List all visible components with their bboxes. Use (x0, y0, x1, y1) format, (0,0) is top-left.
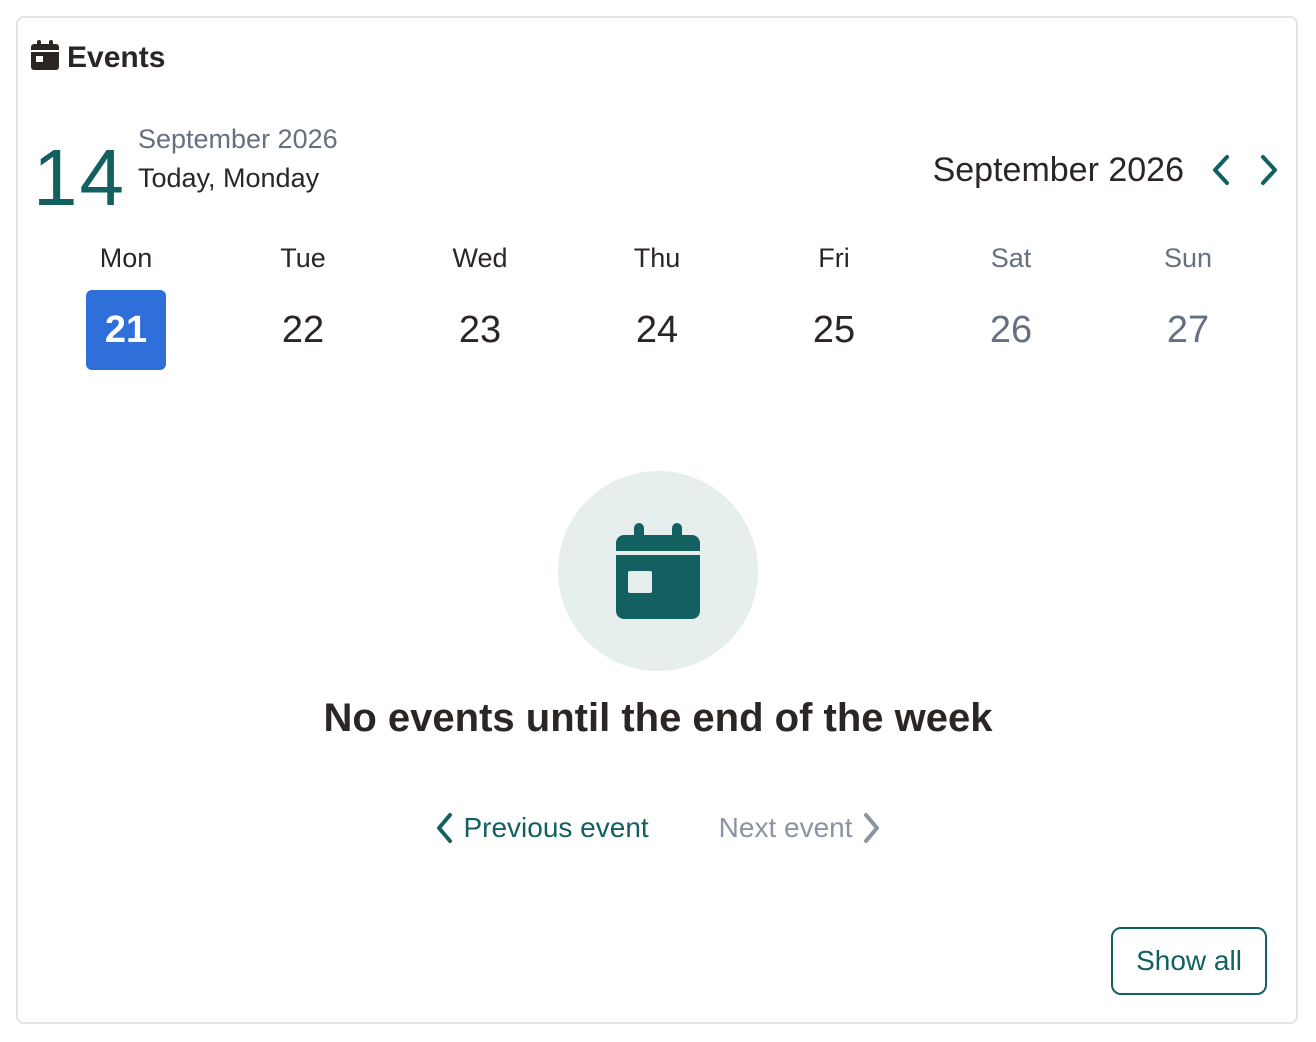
month-navigation: September 2026 (933, 150, 1284, 190)
day-name: Tue (280, 243, 326, 273)
day-thu[interactable]: Thu 24 (607, 236, 707, 370)
show-all-button[interactable]: Show all (1111, 927, 1267, 995)
chevron-left-icon (1213, 155, 1229, 185)
month-label: September 2026 (932, 150, 1184, 189)
today-day-number: 14 (33, 133, 126, 222)
chevron-right-icon (863, 813, 879, 843)
event-navigation: Previous event Next event (0, 812, 1316, 844)
day-fri[interactable]: Fri 25 (784, 236, 884, 370)
day-name: Sun (1163, 243, 1213, 273)
day-sun[interactable]: Sun 27 (1138, 236, 1238, 370)
day-name: Mon (99, 243, 153, 273)
next-event-button[interactable]: Next event (719, 812, 881, 844)
calendar-icon (616, 523, 700, 619)
today-block: 14 September 2026 Today, Monday (31, 112, 338, 218)
day-wed[interactable]: Wed 23 (430, 236, 530, 370)
today-month-year: September 2026 (137, 124, 338, 154)
day-name: Fri (818, 243, 850, 273)
chevron-right-icon (1261, 155, 1277, 185)
next-week-button[interactable] (1254, 150, 1284, 190)
day-name: Thu (633, 243, 681, 273)
prev-week-button[interactable] (1206, 150, 1236, 190)
day-name: Sat (990, 243, 1032, 273)
next-event-label: Next event (718, 812, 853, 843)
day-mon[interactable]: Mon 21 (76, 236, 176, 370)
card-header: Events (31, 40, 165, 75)
week-strip: Mon 21 Tue 22 Wed 23 Thu 24 Fri 25 Sat 2… (38, 236, 1278, 376)
previous-event-button[interactable]: Previous event (435, 812, 649, 844)
day-number: 27 (1166, 309, 1210, 351)
day-number: 21 (86, 290, 166, 370)
day-number: 25 (812, 309, 856, 351)
empty-state-illustration (558, 471, 758, 671)
chevron-left-icon (437, 813, 453, 843)
day-number: 22 (281, 309, 325, 351)
card-title: Events (67, 40, 166, 74)
day-sat[interactable]: Sat 26 (961, 236, 1061, 370)
day-name: Wed (452, 243, 508, 273)
today-label: Today, Monday (137, 163, 320, 193)
previous-event-label: Previous event (463, 812, 649, 843)
empty-state-message: No events until the end of the week (323, 696, 993, 740)
day-number: 26 (989, 309, 1033, 351)
day-number: 24 (635, 309, 679, 351)
calendar-icon (31, 40, 59, 75)
day-tue[interactable]: Tue 22 (253, 236, 353, 370)
day-number: 23 (458, 309, 502, 351)
